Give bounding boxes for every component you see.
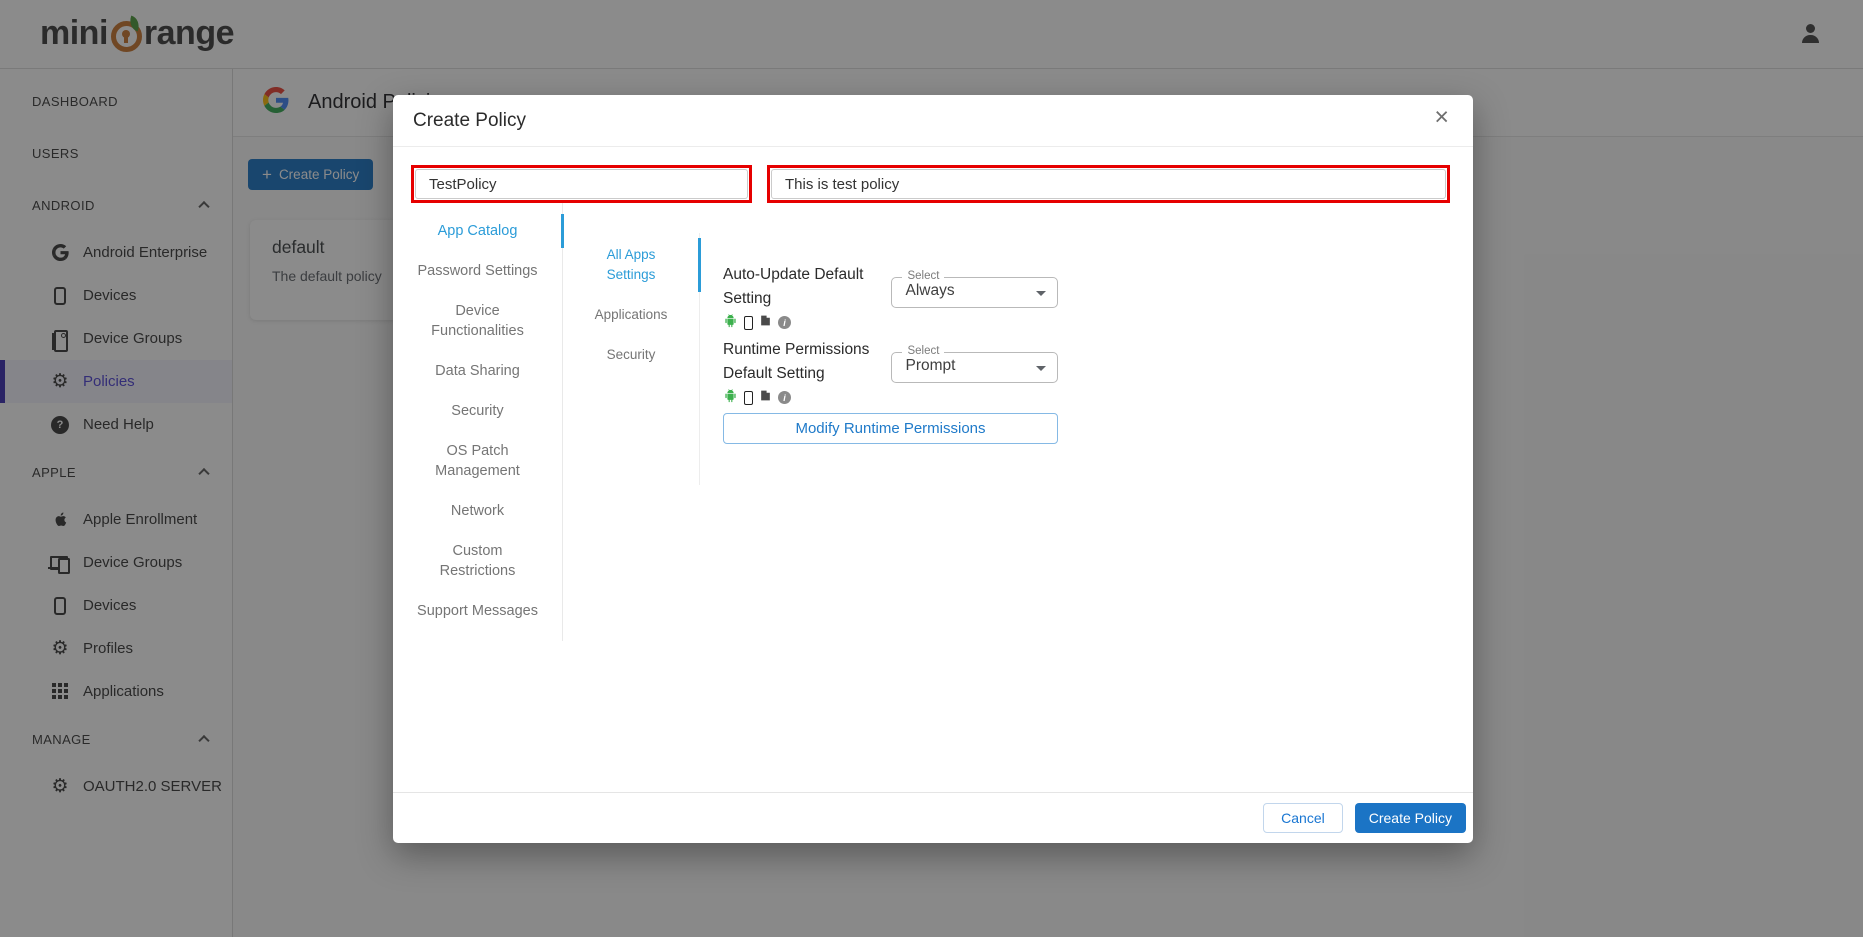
subnav-item-applications[interactable]: Applications [584, 295, 679, 335]
policy-name-input[interactable] [415, 169, 748, 199]
screen: mini range DASHBOARD USERS ANDROID Andro… [0, 0, 1863, 937]
nav-item-custom-restrictions[interactable]: Custom Restrictions [415, 531, 541, 591]
modal-footer: Cancel Create Policy [393, 792, 1473, 843]
policy-category-nav: App Catalog Password Settings Device Fun… [393, 203, 563, 641]
nav-item-support-messages[interactable]: Support Messages [415, 591, 541, 631]
nav-item-password-settings[interactable]: Password Settings [415, 251, 541, 291]
dropdown-caret-icon [1036, 291, 1046, 296]
runtime-permissions-select[interactable]: Select Prompt [891, 352, 1058, 383]
setting-label: Auto-Update Default Setting [723, 263, 891, 311]
modal-body: App Catalog Password Settings Device Fun… [393, 203, 1473, 743]
android-icon [723, 388, 738, 408]
create-policy-submit-button[interactable]: Create Policy [1355, 803, 1466, 833]
nav-item-os-patch-management[interactable]: OS Patch Management [415, 431, 541, 491]
building-icon [759, 389, 772, 407]
select-floating-label: Select [902, 270, 944, 282]
setting-label: Runtime Permissions Default Setting [723, 338, 891, 386]
select-value: Always [905, 282, 954, 300]
subnav-item-all-apps-settings[interactable]: All Apps Settings [584, 235, 679, 295]
info-icon: i [778, 316, 791, 329]
policy-inputs-row [393, 147, 1473, 203]
nav-item-device-functionalities[interactable]: Device Functionalities [415, 291, 541, 351]
nav-item-data-sharing[interactable]: Data Sharing [415, 351, 541, 391]
close-icon[interactable]: × [1434, 105, 1449, 130]
auto-update-select[interactable]: Select Always [891, 277, 1058, 308]
select-value: Prompt [905, 357, 955, 375]
cancel-button[interactable]: Cancel [1263, 803, 1343, 833]
modal-title: Create Policy [413, 110, 526, 132]
info-icon: i [778, 391, 791, 404]
policy-description-input[interactable] [771, 169, 1446, 199]
all-apps-settings-pane: Auto-Update Default Setting i [723, 203, 1063, 743]
nav-item-app-catalog[interactable]: App Catalog [415, 211, 541, 251]
setting-row-auto-update: Auto-Update Default Setting i [723, 263, 1058, 331]
android-icon [723, 313, 738, 333]
dropdown-caret-icon [1036, 366, 1046, 371]
modal-header: Create Policy [393, 95, 1473, 147]
setting-row-runtime-permissions: Runtime Permissions Default Setting i [723, 338, 1058, 406]
nav-item-security[interactable]: Security [415, 391, 541, 431]
smartphone-icon [744, 391, 753, 405]
policy-description-field-error-frame [767, 165, 1450, 203]
nav-item-network[interactable]: Network [415, 491, 541, 531]
modify-runtime-permissions-button[interactable]: Modify Runtime Permissions [723, 413, 1058, 444]
create-policy-modal: Create Policy × App Catalog Password Set… [393, 95, 1473, 843]
building-icon [759, 314, 772, 332]
app-catalog-subnav: All Apps Settings Applications Security [563, 233, 700, 485]
policy-name-field-error-frame [411, 165, 752, 203]
smartphone-icon [744, 316, 753, 330]
subnav-item-security[interactable]: Security [584, 335, 679, 375]
select-floating-label: Select [902, 345, 944, 357]
